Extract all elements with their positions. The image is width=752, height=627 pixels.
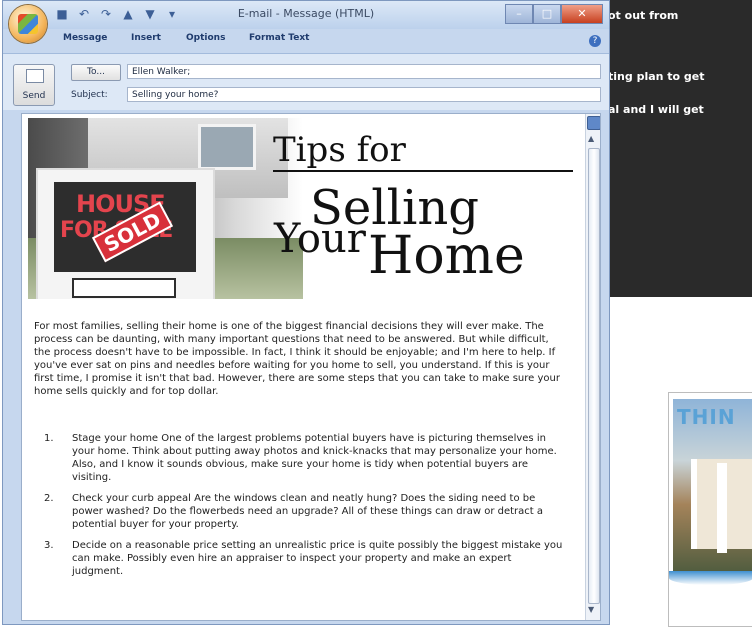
scroll-down-icon[interactable]: ▼ (588, 605, 594, 614)
for-sale-sign-photo: HOUSE FOR SALE SOLD (28, 118, 303, 299)
list-item: 2. Check your curb appeal Are the window… (34, 492, 564, 531)
office-logo-icon (18, 14, 38, 34)
banner-rule (273, 170, 573, 172)
tip-number: 2. (44, 493, 54, 504)
sign-frame: HOUSE FOR SALE SOLD (36, 168, 215, 299)
to-field[interactable]: Ellen Walker; (127, 64, 601, 79)
vertical-scrollbar[interactable]: ▲ ▼ (585, 114, 600, 620)
next-item-icon[interactable]: ▼ (143, 7, 157, 21)
flyer-title: THIN (677, 405, 736, 429)
message-body[interactable]: HOUSE FOR SALE SOLD Tips for Selling You… (21, 113, 601, 621)
ribbon-tabs: Message Insert Options Format Text ? (3, 29, 609, 53)
banner-tips-for: Tips for (273, 130, 406, 170)
tip-text: Decide on a reasonable price setting an … (72, 540, 563, 577)
to-button[interactable]: To... (71, 64, 121, 81)
maximize-button[interactable]: □ (533, 4, 561, 24)
banner-home: Home (368, 226, 525, 286)
redo-icon[interactable]: ↷ (99, 7, 113, 21)
subject-label: Subject: (71, 90, 108, 100)
envelope-icon (26, 69, 44, 83)
customize-toolbar-icon[interactable]: ▾ (165, 7, 179, 21)
photo-window (198, 124, 256, 170)
message-header: Send To... Ellen Walker; Subject: Sellin… (3, 53, 609, 110)
send-label: Send (22, 91, 46, 101)
subject-field[interactable]: Selling your home? (127, 87, 601, 102)
intro-paragraph: For most families, selling their home is… (34, 321, 560, 397)
flyer-wave (669, 571, 752, 585)
previous-item-icon[interactable]: ▲ (121, 7, 135, 21)
tip-number: 3. (44, 540, 54, 551)
email-compose-window: E-mail - Message (HTML) ■ ↶ ↷ ▲ ▼ ▾ – □ … (2, 0, 610, 625)
list-item: 1. Stage your home One of the largest pr… (34, 432, 564, 484)
title-bar: E-mail - Message (HTML) ■ ↶ ↷ ▲ ▼ ▾ – □ … (3, 1, 609, 29)
close-button[interactable]: ✕ (561, 4, 603, 24)
window-controls: – □ ✕ (505, 4, 603, 24)
undo-icon[interactable]: ↶ (77, 7, 91, 21)
tab-message[interactable]: Message (63, 33, 107, 43)
background-line: ting plan to get (608, 70, 705, 83)
banner-your: Your (274, 216, 366, 262)
background-window-text: ot out from ting plan to get al and I wi… (608, 8, 752, 135)
scroll-up-icon[interactable]: ▲ (588, 134, 594, 143)
scroll-thumb[interactable] (588, 148, 600, 604)
office-button[interactable] (9, 5, 47, 43)
tips-list: 1. Stage your home One of the largest pr… (34, 432, 564, 586)
background-line: ot out from (608, 9, 679, 22)
tab-options[interactable]: Options (186, 33, 225, 43)
background-line: al and I will get (608, 103, 704, 116)
tab-insert[interactable]: Insert (131, 33, 161, 43)
minimize-button[interactable]: – (505, 4, 533, 24)
help-icon[interactable]: ? (589, 35, 601, 47)
tab-format-text[interactable]: Format Text (249, 33, 309, 43)
flyer-pillar (717, 463, 727, 553)
list-item: 3. Decide on a reasonable price setting … (34, 539, 564, 578)
background-flyer: THIN (668, 392, 752, 627)
tip-text: Check your curb appeal Are the windows c… (72, 493, 544, 530)
sign-board: HOUSE FOR SALE SOLD (54, 182, 196, 272)
save-icon[interactable]: ■ (55, 7, 69, 21)
tip-text: Stage your home One of the largest probl… (72, 433, 557, 483)
sign-plate (72, 278, 176, 298)
tip-number: 1. (44, 433, 54, 444)
quick-access-toolbar: ■ ↶ ↷ ▲ ▼ ▾ (55, 7, 179, 21)
split-view-icon[interactable] (587, 116, 600, 130)
tips-banner: HOUSE FOR SALE SOLD Tips for Selling You… (28, 118, 581, 299)
send-button[interactable]: Send (13, 64, 55, 106)
